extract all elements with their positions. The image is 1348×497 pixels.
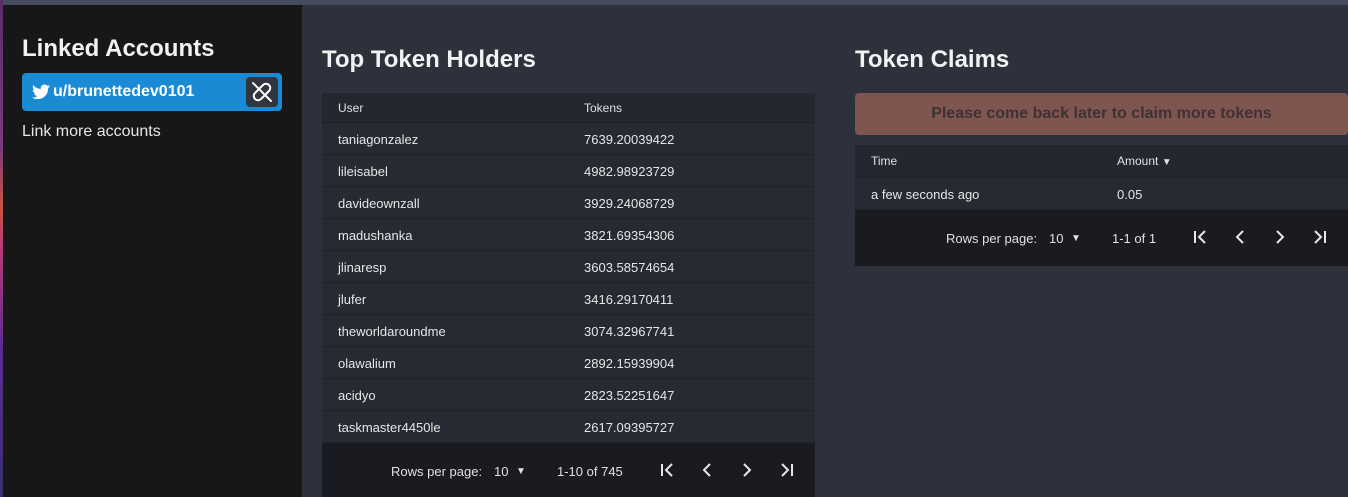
unlink-account-button[interactable] bbox=[246, 77, 278, 107]
cell-tokens: 3929.24068729 bbox=[584, 196, 675, 211]
cell-user: theworldaroundme bbox=[338, 324, 446, 339]
table-row: taskmaster4450le 2617.09395727 bbox=[322, 411, 815, 443]
cell-tokens: 3603.58574654 bbox=[584, 260, 675, 275]
table-row: lileisabel 4982.98923729 bbox=[322, 155, 815, 187]
token-claims-title: Token Claims bbox=[855, 46, 1010, 73]
cell-user: taniagonzalez bbox=[338, 132, 419, 147]
table-row: taniagonzalez 7639.20039422 bbox=[322, 123, 815, 155]
linked-accounts-title: Linked Accounts bbox=[22, 35, 215, 62]
cell-user: acidyo bbox=[338, 388, 376, 403]
table-row: acidyo 2823.52251647 bbox=[322, 379, 815, 411]
sidebar: Linked Accounts u/brunettedev0101 Link m… bbox=[3, 5, 302, 497]
claim-tokens-button[interactable]: Please come back later to claim more tok… bbox=[855, 93, 1348, 135]
table-row: olawalium 2892.15939904 bbox=[322, 347, 815, 379]
linked-account-name: u/brunettedev0101 bbox=[53, 83, 195, 100]
next-page-icon[interactable] bbox=[737, 460, 757, 480]
cell-user: davideownzall bbox=[338, 196, 420, 211]
table-row: jlinaresp 3603.58574654 bbox=[322, 251, 815, 283]
rows-per-page-select[interactable]: 10 bbox=[1049, 231, 1063, 246]
unlink-icon bbox=[252, 82, 272, 102]
last-page-icon[interactable] bbox=[1310, 227, 1330, 247]
table-row: jlufer 3416.29170411 bbox=[322, 283, 815, 315]
linked-account-chip[interactable]: u/brunettedev0101 bbox=[22, 73, 282, 111]
cell-user: taskmaster4450le bbox=[338, 420, 441, 435]
amount-header-label: Amount bbox=[1117, 154, 1159, 168]
cell-tokens: 2892.15939904 bbox=[584, 356, 675, 371]
last-page-icon[interactable] bbox=[777, 460, 797, 480]
first-page-icon[interactable] bbox=[1190, 227, 1210, 247]
table-row: davideownzall 3929.24068729 bbox=[322, 187, 815, 219]
cell-amount: 0.05 bbox=[1117, 187, 1143, 202]
cell-user: jlufer bbox=[338, 292, 367, 307]
cell-tokens: 2823.52251647 bbox=[584, 388, 675, 403]
previous-page-icon[interactable] bbox=[1230, 227, 1250, 247]
table-row: madushanka 3821.69354306 bbox=[322, 219, 815, 251]
cell-user: lileisabel bbox=[338, 164, 388, 179]
column-header-amount[interactable]: Amount ▼ bbox=[1117, 154, 1172, 168]
top-token-holders-title: Top Token Holders bbox=[322, 46, 536, 73]
cell-tokens: 7639.20039422 bbox=[584, 132, 675, 147]
next-page-icon[interactable] bbox=[1270, 227, 1290, 247]
chevron-down-icon[interactable]: ▼ bbox=[516, 466, 526, 477]
chevron-down-icon[interactable]: ▼ bbox=[1071, 233, 1081, 244]
table-header: User Tokens bbox=[322, 93, 815, 123]
table-header: Time Amount ▼ bbox=[855, 145, 1348, 178]
pagination-range: 1-1 of 1 bbox=[1112, 231, 1157, 246]
link-more-accounts-link[interactable]: Link more accounts bbox=[22, 123, 161, 141]
token-claims-table: Time Amount ▼ a few seconds ago 0.05 Rows… bbox=[855, 145, 1348, 266]
cell-user: madushanka bbox=[338, 228, 413, 243]
previous-page-icon[interactable] bbox=[697, 460, 717, 480]
column-header-time[interactable]: Time bbox=[871, 154, 897, 168]
cell-user: olawalium bbox=[338, 356, 396, 371]
column-header-tokens[interactable]: Tokens bbox=[584, 101, 622, 115]
table-row: a few seconds ago 0.05 bbox=[855, 178, 1348, 210]
rows-per-page-label: Rows per page: bbox=[946, 231, 1038, 246]
table-pagination: Rows per page: 10 ▼ 1-10 of 745 bbox=[322, 443, 815, 497]
cell-user: jlinaresp bbox=[338, 260, 387, 275]
rows-per-page-select[interactable]: 10 bbox=[494, 464, 508, 479]
column-header-user[interactable]: User bbox=[338, 101, 363, 115]
pagination-range: 1-10 of 745 bbox=[557, 464, 623, 479]
cell-tokens: 3074.32967741 bbox=[584, 324, 675, 339]
cell-tokens: 4982.98923729 bbox=[584, 164, 675, 179]
cell-tokens: 2617.09395727 bbox=[584, 420, 675, 435]
table-pagination: Rows per page: 10 ▼ 1-1 of 1 bbox=[855, 210, 1348, 266]
rows-per-page-label: Rows per page: bbox=[391, 464, 483, 479]
table-row: theworldaroundme 3074.32967741 bbox=[322, 315, 815, 347]
token-holders-table: User Tokens taniagonzalez 7639.20039422 l… bbox=[322, 93, 815, 497]
cell-tokens: 3821.69354306 bbox=[584, 228, 675, 243]
first-page-icon[interactable] bbox=[657, 460, 677, 480]
twitter-icon bbox=[32, 84, 50, 100]
cell-time: a few seconds ago bbox=[871, 187, 980, 202]
sort-descending-icon: ▼ bbox=[1161, 157, 1172, 168]
cell-tokens: 3416.29170411 bbox=[584, 292, 674, 307]
